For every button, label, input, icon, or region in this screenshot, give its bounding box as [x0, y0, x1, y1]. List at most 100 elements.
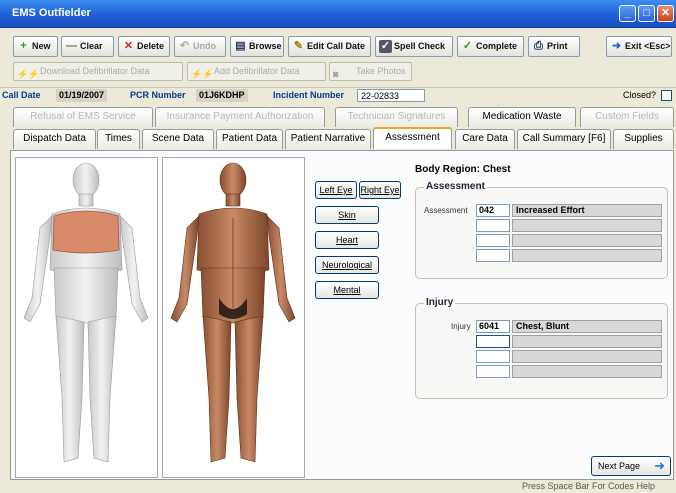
add-defibrillator-button: ⚡⚡ Add Defibrillator Data	[187, 62, 326, 81]
delete-icon: ✕	[123, 40, 134, 52]
spellcheck-icon: ✓	[379, 40, 392, 53]
defibrillator-icon: ⚡⚡	[17, 69, 40, 79]
neurological-button[interactable]: Neurological	[315, 256, 379, 274]
status-bar: Press Space Bar For Codes Help	[0, 481, 676, 493]
closed-checkbox[interactable]	[661, 90, 672, 101]
injury-code-field[interactable]: 6041	[476, 320, 510, 333]
assessment-code-field[interactable]	[476, 249, 510, 262]
exit-button[interactable]: ➜ Exit <Esc>	[606, 36, 672, 57]
tab-medication-waste[interactable]: Medication Waste	[468, 107, 576, 127]
tab-patient-data[interactable]: Patient Data	[216, 129, 283, 149]
undo-button: ↶ Undo	[174, 36, 226, 57]
pencil-icon: ✎	[293, 40, 304, 52]
assessment-field-label: Assessment	[424, 206, 468, 215]
take-photos-button: ◙ Take Photos	[329, 62, 412, 81]
injury-code-field[interactable]	[476, 335, 510, 348]
body-region: Body Region: Chest	[415, 164, 511, 175]
assessment-code-field[interactable]	[476, 219, 510, 232]
assessment-code-field[interactable]: 042	[476, 204, 510, 217]
maximize-icon[interactable]: □	[638, 5, 655, 22]
assessment-description	[512, 249, 662, 262]
assessment-code-field[interactable]	[476, 234, 510, 247]
tab-custom-fields: Custom Fields	[580, 107, 674, 127]
assessment-description: Increased Effort	[512, 204, 662, 217]
injury-description: Chest, Blunt	[512, 320, 662, 333]
window-title-bar: EMS Outfielder _ □ ✕	[0, 0, 676, 28]
window-title: EMS Outfielder	[12, 7, 91, 19]
plus-icon: +	[20, 40, 27, 52]
device-toolbar: ⚡⚡ Download Defibrillator Data ⚡⚡ Add Defi…	[0, 62, 676, 82]
minimize-icon[interactable]: _	[619, 5, 636, 22]
heart-button[interactable]: Heart	[315, 231, 379, 249]
delete-button[interactable]: ✕ Delete	[118, 36, 170, 57]
assessment-group-title: Assessment	[424, 181, 487, 192]
body-back-figure[interactable]	[163, 158, 304, 477]
right-eye-button[interactable]: Right Eye	[359, 181, 401, 199]
undo-icon: ↶	[179, 40, 190, 52]
tab-call-summary[interactable]: Call Summary [F6]	[517, 129, 611, 149]
injury-description	[512, 335, 662, 348]
exit-icon: ➜	[611, 40, 622, 52]
status-text: Press Space Bar For Codes Help	[522, 481, 656, 491]
tab-times[interactable]: Times	[97, 129, 140, 149]
tab-care-data[interactable]: Care Data	[455, 129, 515, 149]
tab-row-top: Refusal of EMS Service Insurance Payment…	[0, 107, 676, 127]
edit-call-date-button[interactable]: ✎ Edit Call Date	[288, 36, 371, 57]
closed-label: Closed?	[623, 90, 657, 100]
tab-dispatch-data[interactable]: Dispatch Data	[13, 129, 96, 149]
tab-patient-narrative[interactable]: Patient Narrative	[285, 129, 371, 149]
injury-code-field[interactable]	[476, 365, 510, 378]
injury-description	[512, 365, 662, 378]
next-page-label: Next Page	[598, 461, 641, 471]
complete-button[interactable]: ✓ Complete	[457, 36, 524, 57]
next-page-button[interactable]: Next Page ➜	[591, 456, 671, 476]
assessment-description	[512, 219, 662, 232]
body-region-value: Chest	[482, 164, 511, 175]
check-icon: ✓	[462, 40, 473, 52]
browse-icon: ▤	[235, 40, 246, 52]
clear-icon: —	[66, 40, 77, 52]
defibrillator-icon: ⚡⚡	[191, 69, 214, 79]
chest-region-highlight	[52, 210, 120, 254]
injury-code-field[interactable]	[476, 350, 510, 363]
call-info-bar: Call Date 01/19/2007 PCR Number 01J6KDHP…	[0, 88, 676, 103]
incident-label: Incident Number	[273, 90, 345, 100]
mental-button[interactable]: Mental	[315, 281, 379, 299]
toolbar: + New — Clear ✕ Delete ↶ Undo ▤ Browse ✎ Edit …	[0, 36, 676, 58]
pcr-label: PCR Number	[130, 90, 186, 100]
printer-icon: ⎙	[534, 40, 543, 52]
assessment-description	[512, 234, 662, 247]
browse-button[interactable]: ▤ Browse	[230, 36, 284, 57]
body-region-label: Body Region:	[415, 164, 480, 175]
print-button[interactable]: ⎙ Print	[528, 36, 580, 57]
new-button[interactable]: + New	[13, 36, 58, 57]
call-date-value: 01/19/2007	[56, 89, 108, 102]
tab-supplies[interactable]: Supplies	[613, 129, 674, 149]
injury-group-title: Injury	[424, 297, 456, 308]
tab-technician-signatures: Technician Signatures	[335, 107, 458, 127]
arrow-right-icon: ➜	[654, 458, 665, 473]
tab-refusal: Refusal of EMS Service	[13, 107, 153, 127]
tab-assessment[interactable]: Assessment	[373, 127, 452, 149]
incident-number-field[interactable]: 22-02833	[357, 89, 425, 102]
tab-row-main: Dispatch Data Times Scene Data Patient D…	[0, 127, 676, 149]
tab-insurance-payment: Insurance Payment Authorization	[155, 107, 325, 127]
tab-scene-data[interactable]: Scene Data	[142, 129, 214, 149]
call-date-label: Call Date	[2, 90, 41, 100]
injury-field-label: Injury	[451, 322, 471, 331]
close-icon[interactable]: ✕	[657, 5, 674, 22]
body-front-figure[interactable]	[16, 158, 157, 477]
spell-check-button[interactable]: ✓ Spell Check	[375, 36, 453, 57]
pcr-value: 01J6KDHP	[196, 89, 248, 102]
clear-button[interactable]: — Clear	[61, 36, 114, 57]
body-back-panel[interactable]	[162, 157, 305, 478]
body-front-panel[interactable]	[15, 157, 158, 478]
assessment-group: Assessment Assessment 042 Increased Effo…	[415, 181, 668, 279]
download-defibrillator-button: ⚡⚡ Download Defibrillator Data	[13, 62, 183, 81]
injury-description	[512, 350, 662, 363]
assessment-panel: Left Eye Right Eye Skin Heart Neurologic…	[10, 150, 674, 480]
injury-group: Injury Injury 6041 Chest, Blunt	[415, 297, 668, 399]
skin-button[interactable]: Skin	[315, 206, 379, 224]
left-eye-button[interactable]: Left Eye	[315, 181, 357, 199]
camera-icon: ◙	[333, 69, 339, 79]
